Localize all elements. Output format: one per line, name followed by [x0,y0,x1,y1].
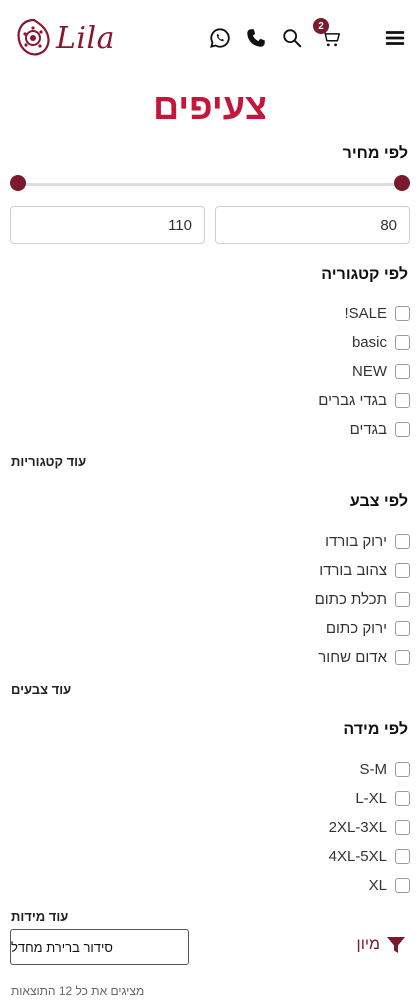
size-filter-title: לפי מידה [343,721,408,738]
size-checkbox[interactable] [395,790,410,806]
page-title: צעיפים [153,86,267,127]
results-count: מציגים את כל 12 התוצאות [11,984,145,998]
logo[interactable]: Lila [14,14,134,62]
color-option-label: אדום שחור [318,648,387,666]
category-checkbox[interactable] [395,363,410,379]
color-checkbox[interactable] [395,649,410,665]
size-option-label: S-M [359,760,388,778]
category-filter-title: לפי קטגוריה [321,266,408,283]
cart-count-badge: 2 [313,18,329,34]
category-option[interactable]: SALE! [344,302,410,324]
more-sizes-link[interactable]: עוד מידות [11,909,68,924]
price-min-input[interactable]: 80 [215,206,410,244]
color-option[interactable]: תכלת כתום [315,588,410,610]
more-categories-link[interactable]: עוד קטגוריות [11,454,86,469]
category-option[interactable]: NEW [352,360,410,382]
size-option-label: XL [368,876,387,894]
color-filter-title: לפי צבע [349,493,408,510]
color-checkbox[interactable] [395,562,410,578]
funnel-icon [387,937,405,953]
color-checkbox[interactable] [395,591,410,607]
category-option[interactable]: בגדים [350,418,410,440]
price-filter-title: לפי מחיר [342,145,408,162]
site-header: Lila 2 [0,0,420,78]
category-checkbox[interactable] [395,305,410,321]
category-option-label: basic [351,333,387,351]
color-option-label: תכלת כתום [314,590,387,608]
color-option-label: ירוק כתום [325,619,387,637]
size-option[interactable]: S-M [359,758,410,780]
phone-button[interactable] [244,26,268,50]
sort-select[interactable]: סידור ברירת מחדל [10,929,189,965]
size-checkbox[interactable] [395,819,410,835]
color-option-label: ירוק בורדו [325,532,387,550]
size-option[interactable]: 4XL-5XL [329,845,410,867]
color-option[interactable]: ירוק בורדו [325,530,410,552]
color-option[interactable]: ירוק כתום [326,617,410,639]
logo-text: Lila [56,20,115,56]
category-option-label: NEW [352,362,387,380]
menu-icon [385,31,405,45]
category-checkbox[interactable] [395,392,410,408]
price-slider-max-handle[interactable] [394,175,410,191]
whatsapp-icon [210,28,230,48]
size-option[interactable]: XL [369,874,410,896]
size-option[interactable]: L-XL [355,787,410,809]
category-checkbox[interactable] [395,421,410,437]
price-slider-min-handle[interactable] [10,175,26,191]
phone-icon [247,29,265,47]
color-checkbox[interactable] [395,533,410,549]
size-checkbox[interactable] [395,877,410,893]
cart-button[interactable]: 2 [313,18,343,50]
logo-paisley-icon [17,18,50,56]
search-button[interactable] [280,26,304,50]
color-checkbox[interactable] [395,620,410,636]
category-option-label: בגדים [349,420,387,438]
color-option-label: צהוב בורדו [319,561,387,579]
search-icon [283,29,302,48]
color-option[interactable]: צהוב בורדו [319,559,410,581]
more-colors-link[interactable]: עוד צבעים [11,682,71,697]
category-option[interactable]: basic [352,331,410,353]
size-option-label: L-XL [355,789,387,807]
whatsapp-button[interactable] [208,26,232,50]
category-option[interactable]: בגדי גברים [318,389,410,411]
price-max-input[interactable]: 110 [10,206,205,244]
color-option[interactable]: אדום שחור [318,646,410,668]
size-option-label: 2XL-3XL [328,818,387,836]
filter-button-label: מיון [356,936,380,953]
size-checkbox[interactable] [395,761,410,777]
size-option[interactable]: 2XL-3XL [329,816,410,838]
category-option-label: SALE! [344,304,387,322]
menu-button[interactable] [383,26,407,50]
category-checkbox[interactable] [395,334,410,350]
size-option-label: 4XL-5XL [328,847,387,865]
size-checkbox[interactable] [395,848,410,864]
price-slider-track[interactable] [10,175,410,191]
category-option-label: בגדי גברים [318,391,387,409]
filter-button[interactable]: מיון [357,935,406,955]
